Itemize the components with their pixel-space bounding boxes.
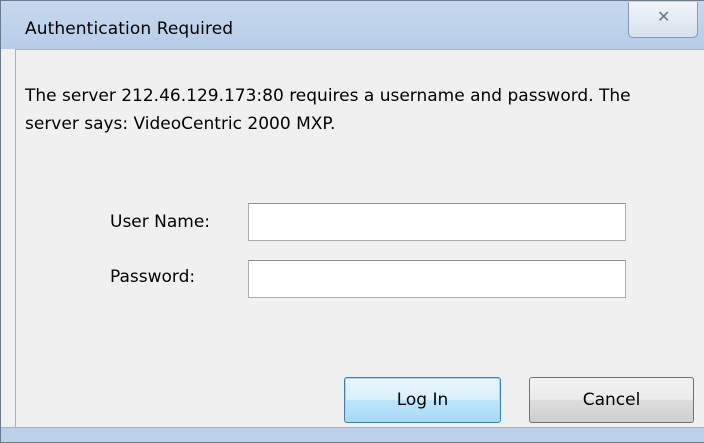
close-icon: ✕	[657, 7, 671, 26]
cancel-button[interactable]: Cancel	[529, 377, 694, 423]
username-input[interactable]	[248, 203, 626, 241]
title-bar: Authentication Required ✕	[1, 1, 704, 49]
password-label: Password:	[110, 267, 196, 287]
window-frame-bottom	[1, 427, 704, 442]
close-button[interactable]: ✕	[628, 2, 698, 38]
auth-dialog-window: Authentication Required ✕ The server 212…	[0, 0, 704, 443]
window-title: Authentication Required	[25, 19, 234, 39]
log-in-button[interactable]: Log In	[344, 377, 501, 423]
username-label: User Name:	[110, 212, 211, 232]
auth-message: The server 212.46.129.173:80 requires a …	[25, 86, 631, 134]
password-input[interactable]	[248, 260, 626, 298]
dialog-body: The server 212.46.129.173:80 requires a …	[15, 49, 704, 431]
